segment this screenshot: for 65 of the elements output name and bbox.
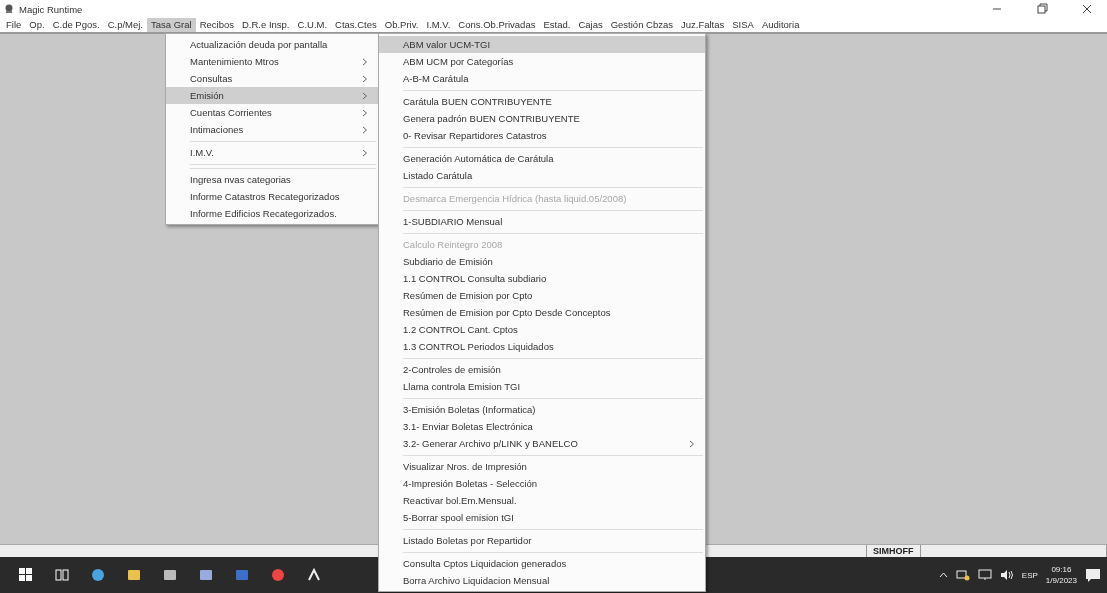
menu-item[interactable]: Borra Archivo Liquidacion Mensual	[379, 572, 705, 589]
network-icon[interactable]	[955, 569, 970, 581]
menu-bar-item[interactable]: File	[2, 18, 26, 32]
task-view-icon[interactable]	[55, 568, 69, 582]
menu-item[interactable]: I.M.V.	[166, 144, 378, 161]
menu-item[interactable]: Reactivar bol.Em.Mensual.	[379, 492, 705, 509]
monitor-icon[interactable]	[977, 569, 992, 581]
menu-bar-item[interactable]: Recibos	[195, 18, 238, 32]
menu-item[interactable]: Consultas	[166, 70, 378, 87]
menu-item[interactable]: A-B-M Carátula	[379, 70, 705, 87]
menu-bar-item[interactable]: C.p/Mej.	[103, 18, 147, 32]
menu-item[interactable]: 3.1- Enviar Boletas Electrónica	[379, 418, 705, 435]
menu-item[interactable]: ABM valor UCM-TGI	[379, 36, 705, 53]
menu-item[interactable]: 4-Impresión Boletas - Selección	[379, 475, 705, 492]
menu-item[interactable]: Listado Carátula	[379, 167, 705, 184]
menu-item[interactable]: 0- Revisar Repartidores Catastros	[379, 127, 705, 144]
menu-item[interactable]: Visualizar Nros. de Impresión	[379, 458, 705, 475]
window-title: Magic Runtime	[19, 3, 83, 15]
menu-item[interactable]: Carátula BUEN CONTRIBUYENTE	[379, 93, 705, 110]
menu-item[interactable]: Mantenimiento Mtros	[166, 53, 378, 70]
menu-item[interactable]: Informe Catastros Recategorizados	[166, 188, 378, 205]
language-indicator[interactable]: ESP	[1021, 570, 1038, 580]
menu-bar-item[interactable]: Auditoria	[757, 18, 804, 32]
menu-item[interactable]: 1.3 CONTROL Periodos Liquidados	[379, 338, 705, 355]
menu-item[interactable]: Listado Boletas por Repartidor	[379, 532, 705, 549]
menu-bar-item[interactable]: I.M.V.	[422, 18, 455, 32]
notifications-icon[interactable]	[1085, 567, 1101, 583]
menu-item[interactable]: Ingresa nvas categorias	[166, 171, 378, 188]
menu-item[interactable]: 3.2- Generar Archivo p/LINK y BANELCO	[379, 435, 705, 452]
menu-bar-item[interactable]: Gestión Cbzas	[606, 18, 677, 32]
menu-item[interactable]: Resúmen de Emision por Cpto Desde Conceptos	[379, 304, 705, 321]
windows-logo-icon[interactable]	[19, 568, 33, 582]
menu-item[interactable]: Genera padrón BUEN CONTRIBUYENTE	[379, 110, 705, 127]
menu-item[interactable]: Generación Automática de Carátula	[379, 150, 705, 167]
menu-item[interactable]: Resúmen de Emision por Cpto	[379, 287, 705, 304]
menu-item[interactable]: Intimaciones	[166, 121, 378, 138]
menu-bar-item[interactable]: Ctas.Ctes	[331, 18, 381, 32]
menu-bar-item[interactable]: Tasa Gral	[147, 18, 196, 32]
menu-item[interactable]: 5-Borrar spool emision tGI	[379, 509, 705, 526]
menu-item[interactable]: 1-SUBDIARIO Mensual	[379, 213, 705, 230]
menu-bar-item[interactable]: SISA	[728, 18, 758, 32]
menu-bar-item[interactable]: C.U.M.	[293, 18, 332, 32]
menu-bar-item[interactable]: Estad.	[539, 18, 575, 32]
menu-item[interactable]: 3-Emisión Boletas (Informatica)	[379, 401, 705, 418]
menu-bar-item[interactable]: C.de Pgos.	[48, 18, 104, 32]
menu-item[interactable]: Consulta Cptos Liquidacion generados	[379, 555, 705, 572]
menu-bar-item[interactable]: Cons.Ob.Privadas	[454, 18, 540, 32]
volume-icon[interactable]	[999, 569, 1014, 581]
menu-item[interactable]: Informe Edificios Recategorizados.	[166, 205, 378, 222]
menu-item[interactable]: 1.1 CONTROL Consulta subdiario	[379, 270, 705, 287]
menu-bar-item[interactable]: Juz.Faltas	[677, 18, 729, 32]
menu-bar-item[interactable]: Cajas	[574, 18, 607, 32]
menu-item[interactable]: 2-Controles de emisión	[379, 361, 705, 378]
menu-bar-item[interactable]: Op.	[25, 18, 49, 32]
menu-item[interactable]: Emisión	[166, 87, 378, 104]
menu-bar-item[interactable]: Ob.Priv.	[380, 18, 423, 32]
clock[interactable]: 09:16 1/9/2023	[1045, 564, 1077, 586]
chevron-up-icon[interactable]	[938, 572, 948, 578]
menu-item[interactable]: Cuentas Corrientes	[166, 104, 378, 121]
menu-item[interactable]: Subdiario de Emisión	[379, 253, 705, 270]
menu-bar-item[interactable]: D.R.e Insp.	[238, 18, 294, 32]
menu-item[interactable]: ABM UCM por Categorías	[379, 53, 705, 70]
menu-item[interactable]: Llama controla Emision TGI	[379, 378, 705, 395]
menu-item[interactable]: Actualización deuda por pantalla	[166, 36, 378, 53]
menu-item[interactable]: 1.2 CONTROL Cant. Cptos	[379, 321, 705, 338]
